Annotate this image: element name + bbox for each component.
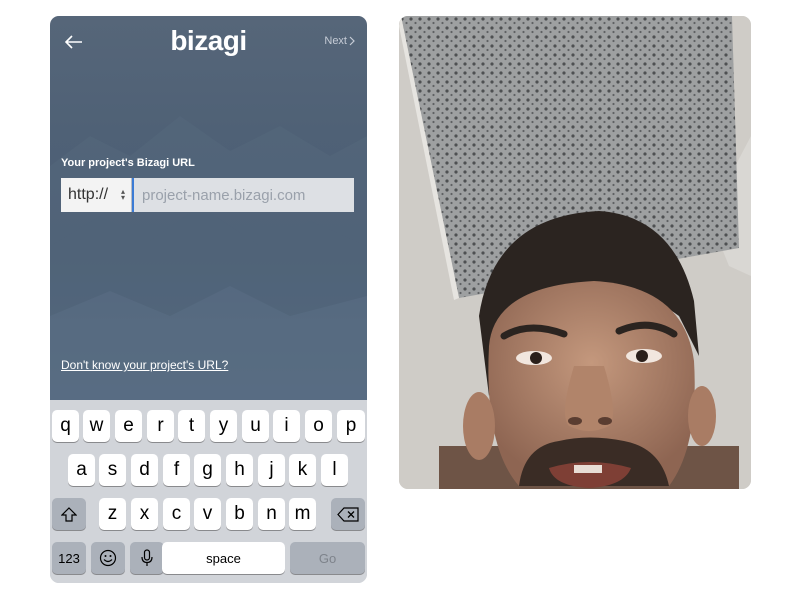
numbers-key[interactable]: 123 xyxy=(52,542,86,574)
emoji-key[interactable] xyxy=(91,542,125,574)
backspace-icon xyxy=(337,506,359,522)
key-t[interactable]: t xyxy=(178,410,205,442)
project-url-input[interactable] xyxy=(132,178,354,212)
key-u[interactable]: u xyxy=(242,410,269,442)
chevron-right-icon xyxy=(349,36,355,46)
url-field-label: Your project's Bizagi URL xyxy=(61,157,195,169)
key-r[interactable]: r xyxy=(147,410,174,442)
person-video-image xyxy=(399,16,751,489)
space-key[interactable]: space xyxy=(162,542,285,574)
next-button[interactable]: Next xyxy=(324,35,355,47)
key-l[interactable]: l xyxy=(321,454,348,486)
key-f[interactable]: f xyxy=(163,454,190,486)
shift-key[interactable] xyxy=(52,498,86,530)
key-j[interactable]: j xyxy=(258,454,285,486)
emoji-icon xyxy=(99,549,117,567)
camera-feed-panel xyxy=(399,16,751,489)
phone-screen: bizagi Next Your project's Bizagi URL ht… xyxy=(50,16,367,583)
select-arrows-icon: ▴ ▾ xyxy=(120,187,125,202)
dictation-key[interactable] xyxy=(130,542,164,574)
url-input-group: http:// ▴ ▾ xyxy=(61,178,354,212)
key-o[interactable]: o xyxy=(305,410,332,442)
key-k[interactable]: k xyxy=(289,454,316,486)
microphone-icon xyxy=(141,549,153,566)
shift-icon xyxy=(61,506,77,522)
key-a[interactable]: a xyxy=(68,454,95,486)
top-bar: bizagi Next xyxy=(50,16,367,68)
key-c[interactable]: c xyxy=(163,498,190,530)
key-v[interactable]: v xyxy=(194,498,221,530)
key-w[interactable]: w xyxy=(83,410,110,442)
key-h[interactable]: h xyxy=(226,454,253,486)
delete-key[interactable] xyxy=(331,498,365,530)
go-key[interactable]: Go xyxy=(290,542,365,574)
key-d[interactable]: d xyxy=(131,454,158,486)
key-z[interactable]: z xyxy=(99,498,126,530)
key-g[interactable]: g xyxy=(194,454,221,486)
ios-keyboard: q w e r t y u i o p a s d f g h j k l z … xyxy=(50,400,367,583)
next-label: Next xyxy=(324,35,347,47)
key-b[interactable]: b xyxy=(226,498,253,530)
key-m[interactable]: m xyxy=(289,498,316,530)
key-s[interactable]: s xyxy=(99,454,126,486)
bizagi-logo: bizagi xyxy=(170,25,247,56)
help-url-link[interactable]: Don't know your project's URL? xyxy=(61,358,228,372)
protocol-value: http:// xyxy=(68,186,109,203)
key-e[interactable]: e xyxy=(115,410,142,442)
key-y[interactable]: y xyxy=(210,410,237,442)
key-q[interactable]: q xyxy=(52,410,79,442)
login-screen: bizagi Next Your project's Bizagi URL ht… xyxy=(50,16,367,400)
key-i[interactable]: i xyxy=(273,410,300,442)
key-n[interactable]: n xyxy=(258,498,285,530)
protocol-select[interactable]: http:// ▴ ▾ xyxy=(61,178,132,212)
key-p[interactable]: p xyxy=(337,410,365,442)
key-x[interactable]: x xyxy=(131,498,158,530)
